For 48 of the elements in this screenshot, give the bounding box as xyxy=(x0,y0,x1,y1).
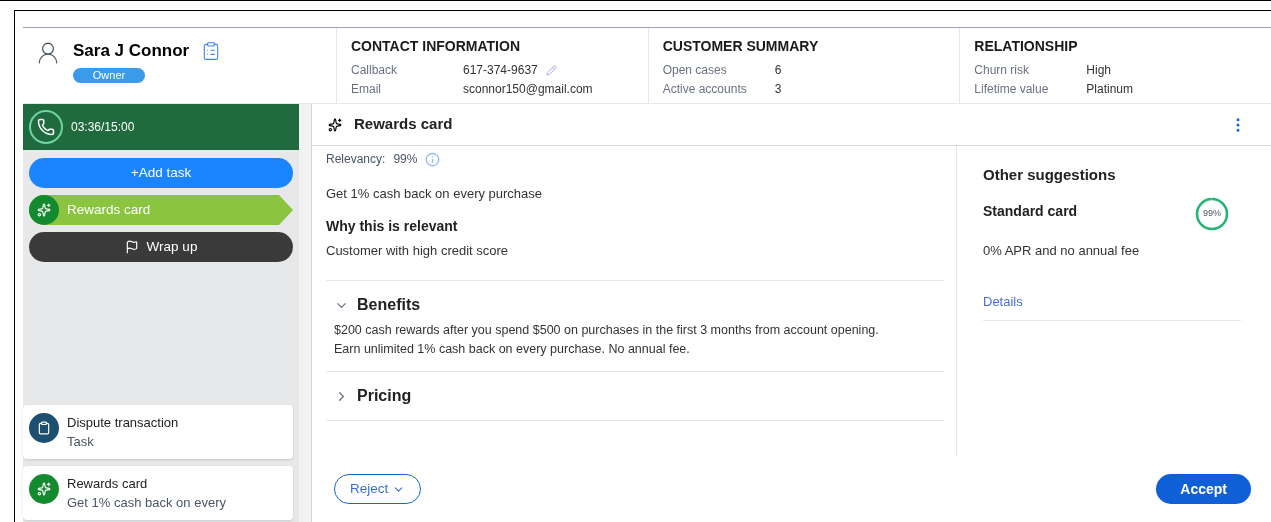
offer-title: Rewards card xyxy=(354,114,453,135)
section-title: CONTACT INFORMATION xyxy=(351,37,521,56)
why-text: Customer with high credit score xyxy=(326,241,510,260)
accordion-header[interactable]: Pricing xyxy=(334,384,412,408)
task-subtitle: Get 1% cash back on every xyxy=(67,494,226,512)
suggestion-description: 0% APR and no annual fee xyxy=(983,241,1141,260)
section-title: CUSTOMER SUMMARY xyxy=(662,37,820,56)
sparkle-icon xyxy=(29,195,59,225)
offer-summary: Get 1% cash back on every purchase xyxy=(326,185,544,203)
task-title: Dispute transaction xyxy=(67,414,179,432)
customer-name: Sara J Connor xyxy=(73,40,190,62)
step-button[interactable]: +Add task xyxy=(29,158,293,188)
field-label: Callback xyxy=(351,62,399,79)
field-value: 6 xyxy=(774,62,782,79)
field-label: Lifetime value xyxy=(974,81,1050,98)
field-value: sconnor150@gmail.com xyxy=(463,81,593,98)
field-label: Open cases xyxy=(662,62,728,79)
suggestions-title: Other suggestions xyxy=(983,165,1117,185)
benefits-text: $200 cash rewards after you spend $500 on purchases in the first 3 months from account opening. Earn unlimited 1% cash back on every purchase. No annual fee. xyxy=(334,322,880,358)
suggestion-score: 99% xyxy=(1202,206,1222,220)
relevancy-value: 99% xyxy=(393,151,418,168)
suggestion-name: Standard card xyxy=(983,201,1078,221)
sparkle-icon xyxy=(29,474,59,504)
field-value: Platinum xyxy=(1086,81,1134,98)
field-value: 3 xyxy=(774,81,782,98)
sparkle-icon xyxy=(328,117,342,132)
flag-icon xyxy=(124,240,139,254)
section-title: RELATIONSHIP xyxy=(974,37,1079,56)
info-icon[interactable] xyxy=(425,151,441,167)
task-subtitle: Task xyxy=(67,433,95,451)
step-button[interactable]: Wrap up xyxy=(29,232,293,262)
task-card[interactable]: Rewards card Get 1% cash back on every xyxy=(23,466,293,520)
accordion-header[interactable]: Benefits xyxy=(334,293,421,317)
phone-icon[interactable] xyxy=(29,110,63,144)
call-timer: 03:36/15:00 xyxy=(71,119,135,136)
details-link[interactable]: Details xyxy=(983,292,1241,312)
field-label: Active accounts xyxy=(662,81,748,98)
field-value: 617-374-9637 xyxy=(463,62,538,79)
task-card[interactable]: Dispute transaction Task xyxy=(23,405,293,459)
relevancy-label: Relevancy: xyxy=(326,151,386,168)
owner-badge: Owner xyxy=(73,67,145,83)
field-label: Churn risk xyxy=(974,62,1031,79)
clipboard-icon xyxy=(29,413,59,443)
field-label: Email xyxy=(351,81,382,98)
accept-button[interactable]: Accept xyxy=(1156,474,1251,504)
why-title: Why this is relevant xyxy=(326,216,459,236)
field-value: High xyxy=(1086,62,1112,79)
task-title: Rewards card xyxy=(67,475,149,493)
